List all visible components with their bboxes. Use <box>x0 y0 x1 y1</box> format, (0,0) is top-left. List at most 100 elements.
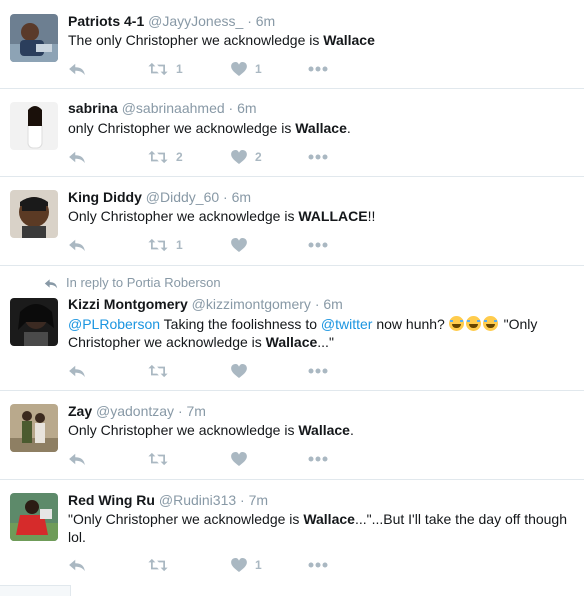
joy-emoji <box>482 316 498 331</box>
like-count: 1 <box>255 558 262 572</box>
more-button[interactable] <box>308 449 328 469</box>
tweet-text-bold: Wallace <box>265 334 318 350</box>
tweet-text-part: only Christopher we acknowledge is <box>68 120 296 136</box>
retweet-button[interactable] <box>148 361 176 381</box>
avatar[interactable] <box>10 14 58 62</box>
display-name[interactable]: Red Wing Ru <box>68 492 155 508</box>
mention-link[interactable]: @twitter <box>321 316 373 332</box>
like-button[interactable]: 1 <box>231 59 262 79</box>
display-name[interactable]: King Diddy <box>68 189 142 205</box>
more-button[interactable] <box>308 361 328 381</box>
tweet-text-bold: Wallace <box>303 511 355 527</box>
heart-icon <box>231 558 247 572</box>
more-button[interactable] <box>308 59 328 79</box>
tweet-text: only Christopher we acknowledge is Walla… <box>68 119 570 137</box>
reply-icon <box>68 364 86 378</box>
heart-icon <box>231 62 247 76</box>
timestamp[interactable]: 6m <box>256 13 275 29</box>
more-icon <box>308 456 328 462</box>
tweet[interactable]: Patriots 4-1 @JayyJoness_ · 6m The only … <box>0 0 584 89</box>
reply-button[interactable] <box>68 147 86 167</box>
more-icon <box>308 66 328 72</box>
timestamp[interactable]: 7m <box>187 403 206 419</box>
reply-context[interactable]: In reply to Portia Roberson <box>44 275 221 291</box>
reply-button[interactable] <box>68 449 86 469</box>
tweet-text-part: !! <box>367 208 376 224</box>
username[interactable]: @Diddy_60 <box>146 189 219 205</box>
retweet-button[interactable]: 2 <box>148 147 183 167</box>
retweet-count: 1 <box>176 62 183 76</box>
mention-link[interactable]: @PLRoberson <box>68 316 160 332</box>
avatar[interactable] <box>10 493 58 541</box>
separator: · <box>240 492 245 508</box>
tweet[interactable]: In reply to Portia Roberson Kizzi Montgo… <box>0 266 584 391</box>
separator: · <box>177 403 183 419</box>
separator: · <box>247 13 252 29</box>
retweet-icon <box>148 62 168 76</box>
separator: · <box>228 100 234 116</box>
like-button[interactable]: 2 <box>231 147 262 167</box>
tweet[interactable]: sabrina @sabrinaahmed · 6m only Christop… <box>0 89 584 177</box>
like-button[interactable] <box>231 449 255 469</box>
separator: · <box>223 189 228 205</box>
tweet[interactable]: Red Wing Ru @Rudini313 · 7m "Only Christ… <box>0 480 584 586</box>
avatar[interactable] <box>10 190 58 238</box>
tweet-actions: 2 2 <box>68 147 368 167</box>
more-button[interactable] <box>308 555 328 575</box>
reply-button[interactable] <box>68 361 86 381</box>
timestamp[interactable]: 6m <box>323 296 342 312</box>
more-icon <box>308 368 328 374</box>
timestamp[interactable]: 6m <box>237 100 256 116</box>
tweet[interactable]: King Diddy @Diddy_60 · 6m Only Christoph… <box>0 177 584 266</box>
like-button[interactable]: 1 <box>231 555 262 575</box>
username[interactable]: @yadontzay <box>96 403 174 419</box>
more-button[interactable] <box>308 235 328 255</box>
tweet-text-part: Taking the foolishness to <box>160 316 321 332</box>
retweet-button[interactable]: 1 <box>148 59 183 79</box>
tweet-actions: 1 <box>68 235 368 255</box>
tweet-actions: 1 1 <box>68 59 368 79</box>
timestamp[interactable]: 7m <box>249 492 268 508</box>
retweet-button[interactable] <box>148 555 176 575</box>
tweet[interactable]: Zay @yadontzay · 7m Only Christopher we … <box>0 391 584 480</box>
reply-button[interactable] <box>68 235 86 255</box>
more-icon <box>308 242 328 248</box>
retweet-button[interactable] <box>148 449 176 469</box>
more-icon <box>308 562 328 568</box>
reply-icon <box>68 62 86 76</box>
tweet-text-part: now hunh? <box>372 316 449 332</box>
username[interactable]: @JayyJoness_ <box>148 13 243 29</box>
tweet-text-bold: Wallace <box>323 32 375 48</box>
retweet-icon <box>148 558 168 572</box>
tweet-text-part: Only Christopher we acknowledge is <box>68 422 299 438</box>
joy-emoji <box>448 316 464 331</box>
retweet-icon <box>148 238 168 252</box>
like-button[interactable] <box>231 361 255 381</box>
timestamp[interactable]: 6m <box>232 189 251 205</box>
tweet-text: @PLRoberson Taking the foolishness to @t… <box>68 315 570 351</box>
avatar[interactable] <box>10 102 58 150</box>
tweet-actions: 1 <box>68 555 368 575</box>
tweet-text-part: The only Christopher we acknowledge is <box>68 32 324 48</box>
avatar[interactable] <box>10 298 58 346</box>
reply-icon <box>68 238 86 252</box>
retweet-button[interactable]: 1 <box>148 235 183 255</box>
retweet-count: 2 <box>176 150 183 164</box>
username[interactable]: @kizzimontgomery <box>192 296 311 312</box>
like-count: 1 <box>255 62 262 76</box>
display-name[interactable]: sabrina <box>68 100 118 116</box>
username[interactable]: @Rudini313 <box>159 492 236 508</box>
reply-button[interactable] <box>68 555 86 575</box>
tweet-actions <box>68 361 368 381</box>
more-button[interactable] <box>308 147 328 167</box>
avatar[interactable] <box>10 404 58 452</box>
display-name[interactable]: Patriots 4-1 <box>68 13 144 29</box>
like-button[interactable] <box>231 235 255 255</box>
retweet-count: 1 <box>176 238 183 252</box>
username[interactable]: @sabrinaahmed <box>122 100 225 116</box>
display-name[interactable]: Zay <box>68 403 92 419</box>
display-name[interactable]: Kizzi Montgomery <box>68 296 188 312</box>
reply-icon <box>68 452 86 466</box>
more-icon <box>308 154 328 160</box>
reply-button[interactable] <box>68 59 86 79</box>
